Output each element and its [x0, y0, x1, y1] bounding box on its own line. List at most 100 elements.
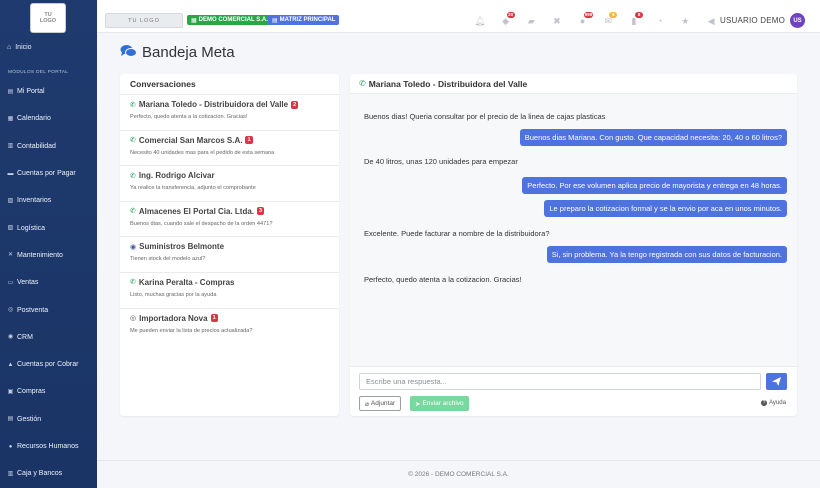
outgoing-message: Buenos dias Mariana. Con gusto. Que capa… — [519, 129, 787, 146]
conversation-preview: Buenos dias, cuando sale el despacho de … — [130, 220, 273, 227]
brand-logo[interactable]: TU LOGO — [105, 13, 183, 28]
send-file-button[interactable]: ➤ Enviar archivo — [410, 396, 469, 411]
whatsapp-icon: ✆ — [130, 137, 136, 145]
branch-badge-label: MATRIZ PRINCIPAL — [279, 17, 336, 23]
sidebar-item-12[interactable]: ▤ Gestión — [0, 406, 97, 433]
truck-icon[interactable]: ▰ — [518, 14, 544, 28]
incoming-message: De 40 litros, unas 120 unidades para emp… — [364, 157, 518, 166]
unread-badge: 1 — [245, 136, 253, 145]
clock-icon[interactable]: ◔ — [647, 14, 673, 28]
tools-icon[interactable]: ✖ — [544, 14, 570, 28]
inventory-icon: ▨ — [7, 197, 14, 204]
people-icon[interactable]: ● 999 — [570, 12, 596, 28]
conversation-name: Mariana Toledo - Distribuidora del Valle — [138, 100, 289, 109]
chat-messages[interactable]: Buenos dias! Queria consultar por el pre… — [350, 94, 797, 366]
mail-icon[interactable]: ✉ 6 — [595, 12, 621, 28]
conversation-name: Comercial San Marcos S.A. — [138, 135, 243, 145]
users-icon[interactable]: ◆ 20 — [493, 12, 519, 28]
conversation-name: Ing. Rodrigo Alcivar — [138, 171, 215, 181]
hr-icon: ● — [8, 443, 13, 450]
sidebar-item-3[interactable]: ▬ Cuentas por Pagar — [0, 160, 97, 187]
sidebar-item-11[interactable]: ▣ Compras — [0, 378, 97, 405]
conversation-item[interactable]: ◉ Suministros Belmonte Tienen stock del mo… — [120, 236, 339, 272]
sidebar-item-6[interactable]: ✕ Mantenimiento — [0, 242, 97, 269]
sidebar-item-13[interactable]: ● Recursos Humanos — [0, 433, 97, 460]
outgoing-message: Le preparo la cotizacion formal y se la … — [544, 200, 787, 217]
sidebar-item-label: Mantenimiento — [17, 251, 63, 259]
sidebar-item-label: Calendario — [17, 115, 51, 123]
conversation-name: Importadora Nova — [139, 313, 208, 323]
incoming-message: Excelente. Puede facturar a nombre de la… — [364, 229, 550, 238]
conversation-title: ✆ Ing. Rodrigo Alcivar — [130, 171, 329, 180]
conversation-name: Karina Peralta - Compras — [138, 277, 235, 287]
send-button[interactable] — [766, 373, 787, 390]
conversation-item[interactable]: ✆ Almacenes El Portal Cia. Ltda. 3 Buenos d… — [120, 200, 339, 237]
sidebar-item-5[interactable]: ▧ Logística — [0, 214, 97, 241]
sidebar-item-label: Inventarios — [17, 197, 52, 205]
sidebar-item-9[interactable]: ◉ CRM — [0, 324, 97, 351]
help-link[interactable]: ? Ayuda — [761, 400, 786, 406]
sidebar-item-4[interactable]: ▨ Inventarios — [0, 187, 97, 214]
home-icon: ⌂ — [7, 44, 12, 51]
conversation-item[interactable]: ✆ Ing. Rodrigo Alcivar Ya realice la trans… — [120, 165, 339, 201]
sidebar-item-14[interactable]: ▥ Caja y Bancos — [0, 460, 97, 487]
avatar[interactable]: US — [790, 13, 805, 28]
sidebar-section-label: MÓDULOS DEL PORTAL — [8, 70, 69, 75]
sidebar-item-8[interactable]: ◎ Postventa — [0, 296, 97, 323]
sidebar-menu: ▤ Mi Portal ▦ Calendario ▥ Contabilidad ▬ Cuent… — [0, 78, 97, 487]
star-icon[interactable]: ★ — [673, 14, 699, 28]
sidebar-item-label: CRM — [17, 333, 33, 341]
paperclip-icon: ⌀ — [365, 400, 369, 408]
unread-badge: 1 — [210, 314, 218, 323]
bell-icon[interactable]: 🔔︎ — [467, 14, 493, 28]
sidebar: TU LOGO ⌂ Inicio MÓDULOS DEL PORTAL ▤ Mi … — [0, 0, 97, 488]
unread-badge: 3 — [257, 207, 265, 216]
conversation-list: ✆ Mariana Toledo - Distribuidora del Vall… — [120, 94, 339, 343]
sidebar-item-0[interactable]: ▤ Mi Portal — [0, 78, 97, 105]
messenger-icon: ◉ — [130, 243, 137, 251]
conversations-header: Conversaciones — [130, 79, 196, 89]
whatsapp-icon: ✆ — [130, 279, 136, 287]
calendar-icon: ▦ — [7, 115, 14, 122]
chat-panel: ✆ Mariana Toledo - Distribuidora del Val… — [350, 74, 797, 416]
chat-contact-name: Mariana Toledo - Distribuidora del Valle — [368, 78, 528, 89]
paper-plane-icon: ➤ — [415, 400, 421, 408]
conversation-item[interactable]: ✆ Mariana Toledo - Distribuidora del Vall… — [120, 94, 339, 130]
sidebar-item-7[interactable]: ▭ Ventas — [0, 269, 97, 296]
sidebar-item-label: Recursos Humanos — [17, 443, 79, 450]
incoming-message: Buenos dias! Queria consultar por el pre… — [364, 112, 606, 121]
conversation-item[interactable]: ◎ Importadora Nova 1 Me pueden enviar la li… — [120, 307, 339, 344]
top-bar: TU LOGO ▦ DEMO COMERCIAL S.A. ▤ MATRIZ P… — [97, 0, 820, 33]
reply-input[interactable] — [359, 373, 761, 390]
user-name[interactable]: USUARIO DEMO — [720, 16, 785, 25]
branch-badge[interactable]: ▤ MATRIZ PRINCIPAL — [268, 15, 340, 25]
page-title: Bandeja Meta — [120, 44, 235, 61]
company-badge-label: DEMO COMERCIAL S.A. — [198, 17, 268, 23]
conversation-preview: Listo, muchas gracias por la ayuda — [130, 291, 217, 298]
notification-count: 6 — [609, 12, 618, 18]
sidebar-item-10[interactable]: ▲ Cuentas por Cobrar — [0, 351, 97, 378]
purchases-icon: ▣ — [7, 388, 14, 395]
accounting-icon: ▥ — [7, 143, 14, 150]
sidebar-item-1[interactable]: ▦ Calendario — [0, 105, 97, 132]
outgoing-message: Si, sin problema. Ya la tengo registrada… — [546, 246, 787, 263]
comments-icon — [120, 44, 137, 61]
conversations-panel: Conversaciones ✆ Mariana Toledo - Distrib… — [120, 74, 339, 416]
attach-button[interactable]: ⌀ Adjuntar — [359, 396, 402, 411]
company-badge[interactable]: ▦ DEMO COMERCIAL S.A. — [187, 15, 272, 25]
sidebar-item-home[interactable]: ⌂ Inicio — [7, 44, 32, 51]
sidebar-item-label: Contabilidad — [17, 142, 56, 150]
paper-plane-icon — [772, 377, 781, 386]
sidebar-item-label: Cuentas por Cobrar — [17, 361, 79, 369]
conversation-item[interactable]: ✆ Karina Peralta - Compras Listo, muchas g… — [120, 271, 339, 308]
conversation-preview: Perfecto, quedo atenta a la cotizacion. … — [130, 114, 248, 120]
whatsapp-icon: ✆ — [359, 79, 366, 88]
help-label: Ayuda — [769, 400, 786, 406]
receivables-icon: ▲ — [7, 361, 14, 368]
whatsapp-icon: ✆ — [130, 101, 136, 109]
chat-icon[interactable]: ▮ 8 — [621, 12, 647, 28]
postsale-icon: ◎ — [7, 307, 14, 314]
sidebar-item-2[interactable]: ▥ Contabilidad — [0, 133, 97, 160]
conversation-item[interactable]: ✆ Comercial San Marcos S.A. 1 Necesito 40 u… — [120, 129, 339, 166]
conversation-preview: Necesito 40 unidades mas para el pedido … — [130, 149, 275, 156]
